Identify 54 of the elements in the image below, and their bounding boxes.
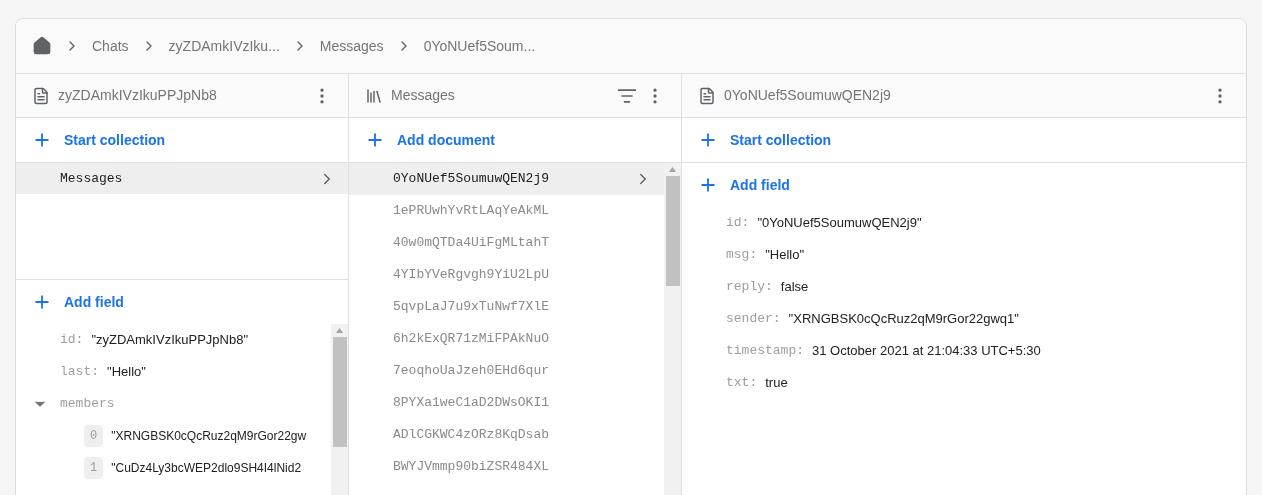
field-key: timestamp:	[726, 341, 804, 361]
column-title: Messages	[391, 86, 456, 105]
document-row[interactable]: 0YoNUef5SoumuwQEN2j9	[349, 163, 664, 195]
home-icon[interactable]	[32, 36, 52, 56]
field-value: false	[780, 278, 809, 297]
add-button[interactable]: Add field	[682, 163, 1246, 207]
add-button[interactable]: Add document	[349, 118, 681, 162]
document-row[interactable]: 6h2kExQR71zMiFPAkNuO	[349, 323, 664, 355]
add-button[interactable]: Start collection	[682, 118, 1246, 162]
field-key: txt:	[726, 373, 758, 393]
field-value: "CuDz4Ly3bcWEP2dlo9SH4I4lNid2	[111, 460, 302, 477]
plus-icon	[365, 130, 385, 150]
field-value: "XRNGBSK0cQcRuz2qM9rGor22gw	[111, 428, 307, 445]
field-key: id:	[60, 330, 84, 350]
plus-icon	[698, 175, 718, 195]
collection-row[interactable]: Messages	[16, 163, 348, 194]
field-value: "0YoNUef5SoumuwQEN2j9"	[757, 214, 922, 233]
breadcrumb-link[interactable]: 0YoNUef5Soum...	[423, 35, 536, 57]
document-row[interactable]: ADlCGKWC4zORz8KqDsab	[349, 419, 664, 451]
document-row[interactable]: 4YIbYVeRgvgh9YiU2LpU	[349, 259, 664, 291]
field-key: msg:	[726, 245, 758, 265]
document-row[interactable]: 5qvpLaJ7u9xTuNwf7XlE	[349, 291, 664, 323]
array-index: 1	[84, 457, 104, 479]
document-row[interactable]: BWYJVmmp90biZSR484XL	[349, 451, 664, 483]
field-value: 31 October 2021 at 21:04:33 UTC+5:30	[812, 342, 1041, 361]
field-key: members	[60, 394, 115, 414]
column-title: 0YoNUef5SoumuwQEN2j9	[724, 86, 892, 105]
plus-icon	[698, 130, 718, 150]
add-button[interactable]: Add field	[16, 280, 348, 324]
document-icon	[32, 86, 50, 105]
array-index: 0	[84, 425, 104, 447]
field-value: "Hello"	[765, 246, 805, 265]
column-title: zyZDAmkIVzIkuPPJpNb8	[58, 86, 218, 105]
field-key: reply:	[726, 277, 773, 297]
field-key: sender:	[726, 309, 781, 329]
scrollbar[interactable]	[664, 163, 681, 495]
add-button[interactable]: Start collection	[16, 118, 348, 162]
plus-icon	[32, 292, 52, 312]
breadcrumb-link[interactable]: Chats	[92, 35, 129, 57]
field-value: "XRNGBSK0cQcRuz2qM9rGor22gwq1"	[788, 310, 1019, 329]
document-row[interactable]: 40w0mQTDa4UiFgMLtahT	[349, 227, 664, 259]
document-row[interactable]: 8PYXa1weC1aD2DWsOKI1	[349, 387, 664, 419]
collection-icon	[365, 86, 383, 105]
breadcrumb-link[interactable]: Messages	[319, 35, 384, 57]
field-value: "Hello"	[107, 363, 146, 382]
document-icon	[698, 86, 716, 105]
document-row[interactable]: 7eoqhoUaJzeh0EHd6qur	[349, 355, 664, 387]
breadcrumb-link[interactable]: zyZDAmkIVzIku...	[168, 35, 280, 57]
plus-icon	[32, 130, 52, 150]
field-key: last:	[60, 362, 99, 382]
field-key: id:	[726, 213, 750, 233]
field-value: true	[765, 374, 788, 393]
document-row[interactable]: 1ePRUwhYvRtLAqYeAkML	[349, 195, 664, 227]
field-value: "zyZDAmkIVzIkuPPJpNb8"	[91, 331, 248, 350]
